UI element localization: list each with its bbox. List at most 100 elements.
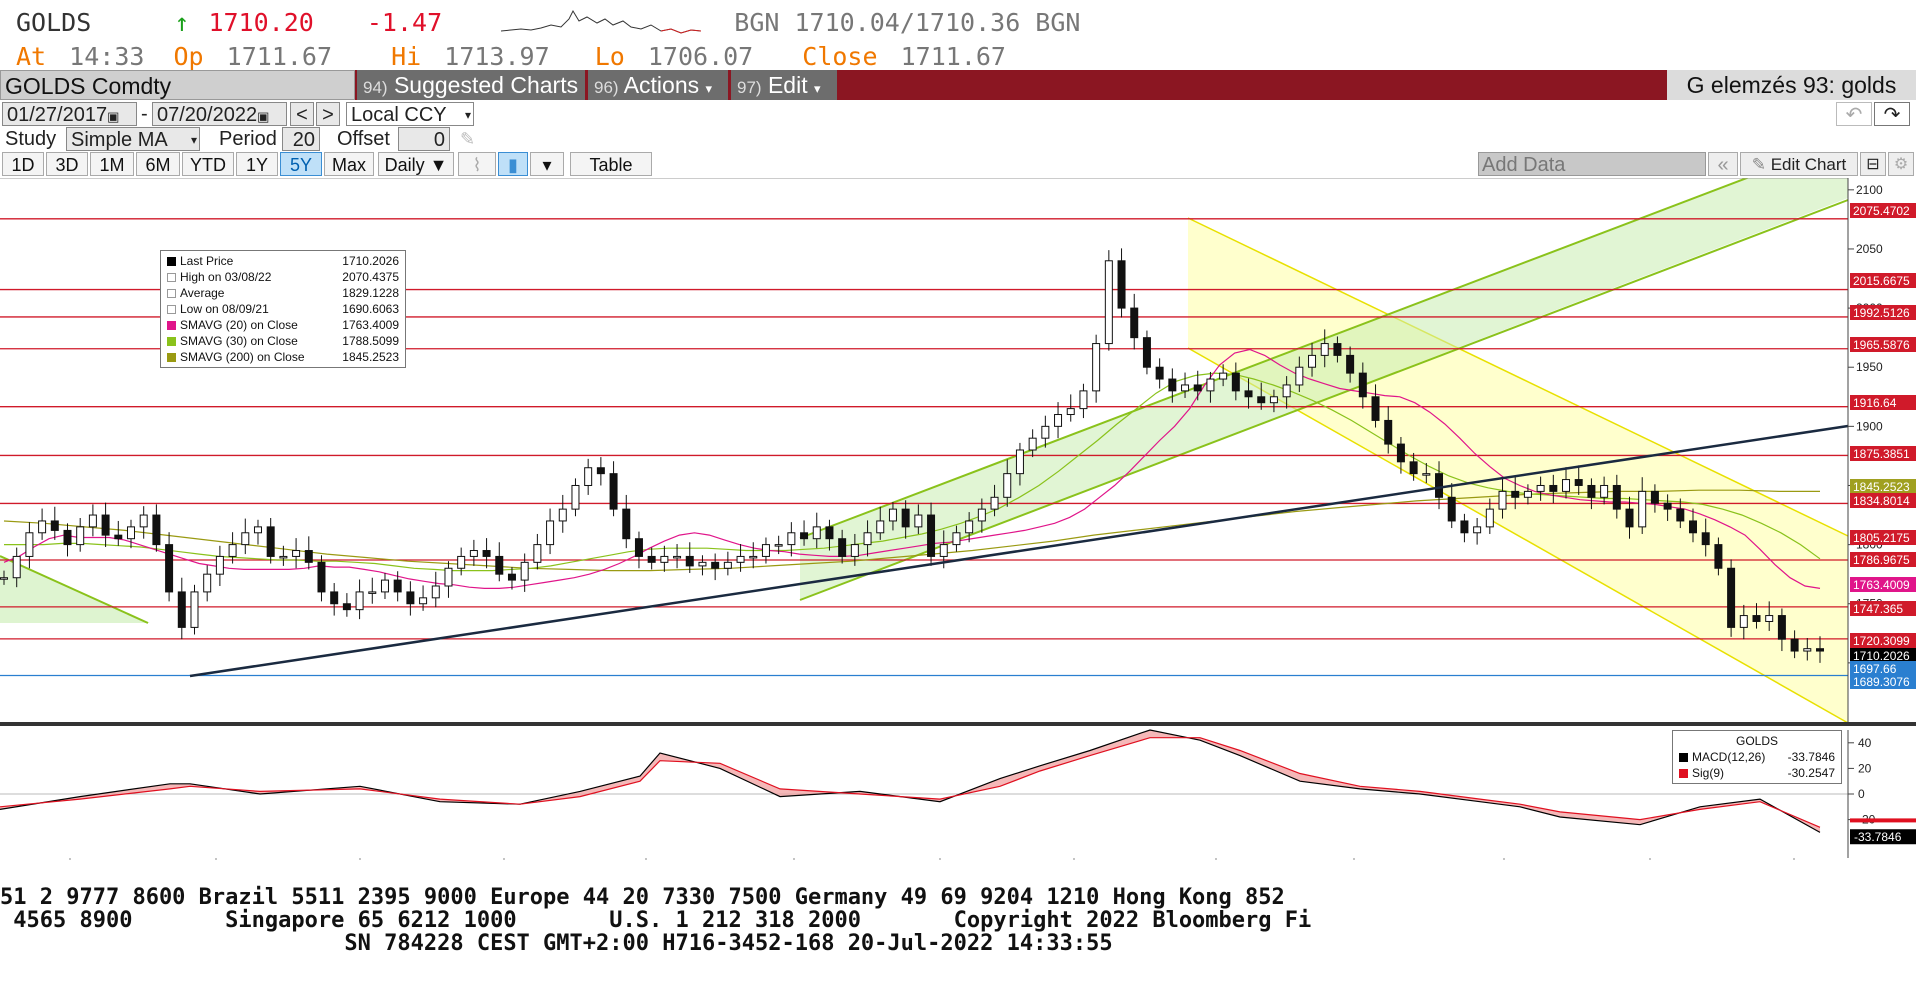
table-button[interactable]: Table [570, 152, 652, 176]
candle-body [1396, 443, 1405, 463]
line-chart-icon[interactable]: ⌇ [458, 152, 496, 176]
candle-body [749, 555, 758, 559]
at-label: At [16, 42, 47, 71]
candle-body [380, 579, 389, 593]
redo-icon[interactable]: ↷ [1874, 102, 1910, 126]
prev-period-button[interactable]: < [290, 102, 314, 126]
range-1y[interactable]: 1Y [236, 152, 278, 176]
currency-select[interactable]: Local CCY ▾ [346, 102, 474, 126]
add-data-input[interactable]: Add Data [1478, 152, 1706, 176]
candle-body [1536, 484, 1545, 492]
y-tick-label: 2050 [1856, 242, 1883, 256]
time-axis: JulAugSepOctNovDecJanFebMarAprMayJunJul2… [69, 858, 1795, 860]
candle-body [914, 514, 923, 528]
candle-body [558, 508, 567, 522]
candle-body [50, 520, 59, 531]
legend-label: MACD(12,26) [1692, 750, 1766, 764]
chevron-down-icon: ▾ [190, 133, 197, 147]
edit-chart-button[interactable]: ✎ Edit Chart [1740, 152, 1858, 176]
frequency-select[interactable]: Daily ▼ [378, 152, 454, 176]
candle-body [1041, 425, 1050, 439]
study-select[interactable]: Simple MA ▾ [66, 127, 200, 151]
legend-row: Low on 08/09/21 1690.6063 [161, 301, 405, 317]
period-input[interactable]: 20 [282, 127, 320, 151]
legend-row: SMAVG (200) on Close 1845.2523 [161, 349, 405, 365]
candle-body [1193, 384, 1202, 392]
offset-input[interactable]: 0 [398, 127, 450, 151]
candle-body [1765, 615, 1774, 622]
range-5y[interactable]: 5Y [280, 152, 322, 176]
edit-button[interactable]: 97) Edit ▾ [731, 70, 837, 100]
calendar-icon[interactable]: ▣ [107, 109, 119, 124]
chevron-right-icon: > [322, 104, 334, 126]
candle-body [711, 561, 720, 569]
quote-line-2: At 14:33 Op 1711.67 Hi 1713.97 Lo 1706.0… [0, 42, 1024, 72]
candle-body [1282, 384, 1291, 398]
legend-swatch [167, 337, 176, 347]
next-period-button[interactable]: > [316, 102, 340, 126]
gear-icon[interactable]: ⚙ [1888, 152, 1914, 176]
legend-label: Average [180, 286, 225, 300]
actions-button[interactable]: 96) Actions ▾ [588, 70, 728, 100]
candle-body [876, 520, 885, 534]
candle-body [266, 526, 275, 557]
candle-body [1587, 484, 1596, 498]
candle-body [457, 555, 466, 569]
legend-value: -33.7846 [1787, 750, 1835, 764]
panel-separator [0, 722, 1916, 726]
candle-body [1168, 378, 1177, 392]
security-field[interactable]: GOLDS Comdty [0, 70, 355, 100]
candle-body [419, 597, 428, 605]
edit-chart-label: Edit Chart [1770, 155, 1847, 174]
range-3d[interactable]: 3D [46, 152, 88, 176]
actions-dropdown-icon: ▾ [705, 81, 713, 96]
high-label: Hi [391, 42, 422, 71]
chart-type-dropdown-icon[interactable]: ▾ [530, 152, 564, 176]
candle-body [1752, 615, 1761, 622]
price-label: 1763.4009 [1853, 578, 1910, 592]
range-max[interactable]: Max [324, 152, 374, 176]
candle-body [1447, 496, 1456, 522]
calendar-icon[interactable]: ▣ [257, 109, 269, 124]
price-label: 1992.5126 [1853, 306, 1910, 320]
legend-swatch [1679, 769, 1688, 779]
candle-chart-icon[interactable]: ▮ [498, 152, 528, 176]
actions-num: 96) [594, 78, 619, 97]
range-1m[interactable]: 1M [90, 152, 134, 176]
low-value: 1706.07 [647, 42, 754, 71]
end-date-input[interactable]: 07/20/2022▣ [152, 102, 287, 126]
range-ytd[interactable]: YTD [182, 152, 234, 176]
actions-label: Actions [623, 72, 700, 98]
price-label: 1710.2026 [1853, 649, 1910, 663]
range-1d[interactable]: 1D [2, 152, 44, 176]
price-label: 1786.9675 [1853, 553, 1910, 567]
candle-body [114, 534, 123, 540]
candle-body [1333, 343, 1342, 356]
candle-body [431, 585, 440, 599]
undo-icon[interactable]: ↶ [1836, 102, 1872, 126]
collapse-icon[interactable]: « [1708, 152, 1738, 176]
footer-line-2: 4565 8900 Singapore 65 6212 1000 U.S. 1 … [0, 908, 1312, 933]
legend-label: Low on 08/09/21 [180, 302, 269, 316]
range-6m[interactable]: 6M [136, 152, 180, 176]
candle-body [1244, 390, 1253, 398]
ticker[interactable]: GOLDS [16, 8, 91, 37]
candle-body [990, 496, 999, 510]
price-change: -1.47 [366, 8, 443, 37]
candle-body [673, 555, 682, 559]
pencil-icon[interactable]: ✎ [460, 127, 475, 151]
candle-body [736, 555, 745, 563]
start-date-input[interactable]: 01/27/2017▣ [2, 102, 137, 126]
price-label: 1689.3076 [1853, 675, 1910, 689]
chart-settings-icon[interactable]: ⊟ [1860, 152, 1886, 176]
candle-body [520, 561, 529, 581]
y-tick-label: 1950 [1856, 360, 1883, 374]
candle-body [1155, 366, 1164, 380]
suggested-charts-button[interactable]: 94) Suggested Charts [357, 70, 585, 100]
candle-body [393, 579, 402, 593]
sparkline [501, 9, 702, 34]
candle-body [622, 508, 631, 540]
function-title: G elemzés 93: golds [1667, 70, 1916, 100]
candle-body [177, 591, 186, 628]
legend-row: MACD(12,26) -33.7846 [1673, 749, 1841, 765]
